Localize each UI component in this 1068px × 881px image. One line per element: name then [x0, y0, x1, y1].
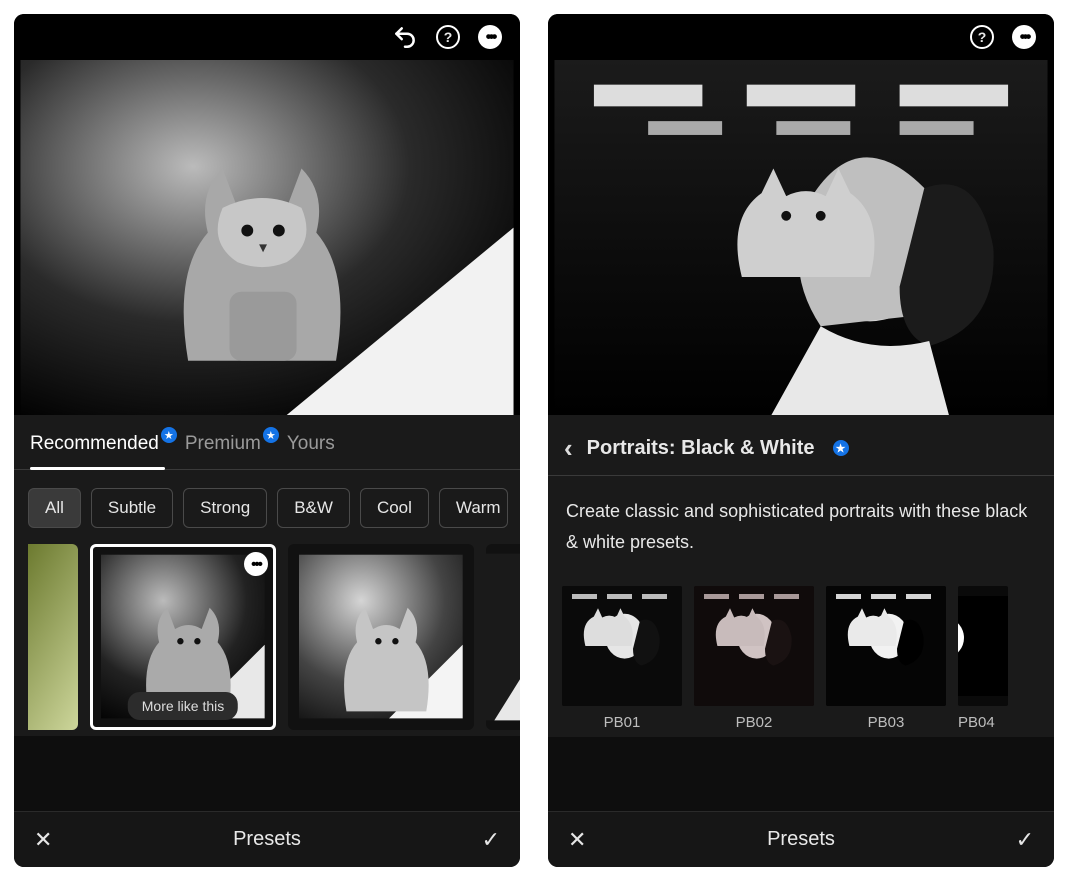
- chip-all[interactable]: All: [28, 488, 81, 528]
- top-bar: ? •••: [14, 14, 520, 60]
- preset-thumb[interactable]: [486, 544, 520, 730]
- undo-icon[interactable]: [392, 24, 418, 50]
- preset-group-description: Create classic and sophisticated portrai…: [548, 476, 1054, 586]
- help-icon[interactable]: ?: [436, 25, 460, 49]
- preset-thumb[interactable]: [288, 544, 474, 730]
- preview-image: [14, 60, 520, 415]
- chip-cool[interactable]: Cool: [360, 488, 429, 528]
- bottom-title: Presets: [767, 828, 835, 851]
- preset-item[interactable]: PB01: [562, 586, 682, 731]
- preset-label: PB02: [694, 714, 814, 731]
- more-like-this-pill[interactable]: More like this: [128, 692, 238, 720]
- bottom-bar: ✕ Presets ✓: [14, 811, 520, 867]
- close-icon[interactable]: ✕: [568, 827, 586, 853]
- preset-thumb: [958, 586, 1008, 706]
- right-screen: ? •••: [548, 14, 1054, 867]
- preview-image: [548, 60, 1054, 415]
- preset-item[interactable]: PB04: [958, 586, 1008, 731]
- tab-recommended[interactable]: Recommended ★: [30, 433, 159, 469]
- tab-premium[interactable]: Premium ★: [185, 433, 261, 469]
- help-icon[interactable]: ?: [970, 25, 994, 49]
- image-preview[interactable]: [548, 60, 1054, 415]
- category-chips: All Subtle Strong B&W Cool Warm: [14, 470, 520, 538]
- chip-bw[interactable]: B&W: [277, 488, 350, 528]
- thumb-image: [299, 551, 463, 722]
- back-icon[interactable]: ‹: [564, 435, 573, 461]
- star-badge-icon: ★: [263, 427, 279, 443]
- preset-thumb: [694, 586, 814, 706]
- preset-thumb[interactable]: [28, 544, 78, 730]
- left-screen: ? ••• Recommended ★ Premium: [14, 14, 520, 867]
- confirm-icon[interactable]: ✓: [482, 827, 500, 853]
- preset-label: PB04: [958, 714, 1008, 731]
- preset-strip: PB01 PB02 PB03 PB04: [548, 586, 1054, 737]
- preset-item[interactable]: PB02: [694, 586, 814, 731]
- preset-tabs: Recommended ★ Premium ★ Yours: [14, 415, 520, 470]
- preset-group-title: Portraits: Black & White: [587, 437, 815, 460]
- tab-yours[interactable]: Yours: [287, 433, 335, 469]
- preset-item[interactable]: PB03: [826, 586, 946, 731]
- bottom-title: Presets: [233, 828, 301, 851]
- chip-subtle[interactable]: Subtle: [91, 488, 173, 528]
- thumb-more-icon[interactable]: •••: [244, 552, 268, 576]
- preset-label: PB01: [562, 714, 682, 731]
- image-preview[interactable]: [14, 60, 520, 415]
- star-badge-icon: ★: [833, 440, 849, 456]
- chip-strong[interactable]: Strong: [183, 488, 267, 528]
- more-icon[interactable]: •••: [478, 25, 502, 49]
- preset-thumbnails: ••• More like this: [14, 538, 520, 736]
- top-bar: ? •••: [548, 14, 1054, 60]
- bottom-bar: ✕ Presets ✓: [548, 811, 1054, 867]
- thumb-image: [486, 544, 520, 730]
- star-badge-icon: ★: [161, 427, 177, 443]
- preset-group-header: ‹ Portraits: Black & White ★: [548, 415, 1054, 476]
- preset-thumb-selected[interactable]: ••• More like this: [90, 544, 276, 730]
- preset-thumb: [562, 586, 682, 706]
- more-icon[interactable]: •••: [1012, 25, 1036, 49]
- preset-label: PB03: [826, 714, 946, 731]
- chip-warm[interactable]: Warm: [439, 488, 508, 528]
- preset-thumb: [826, 586, 946, 706]
- confirm-icon[interactable]: ✓: [1016, 827, 1034, 853]
- close-icon[interactable]: ✕: [34, 827, 52, 853]
